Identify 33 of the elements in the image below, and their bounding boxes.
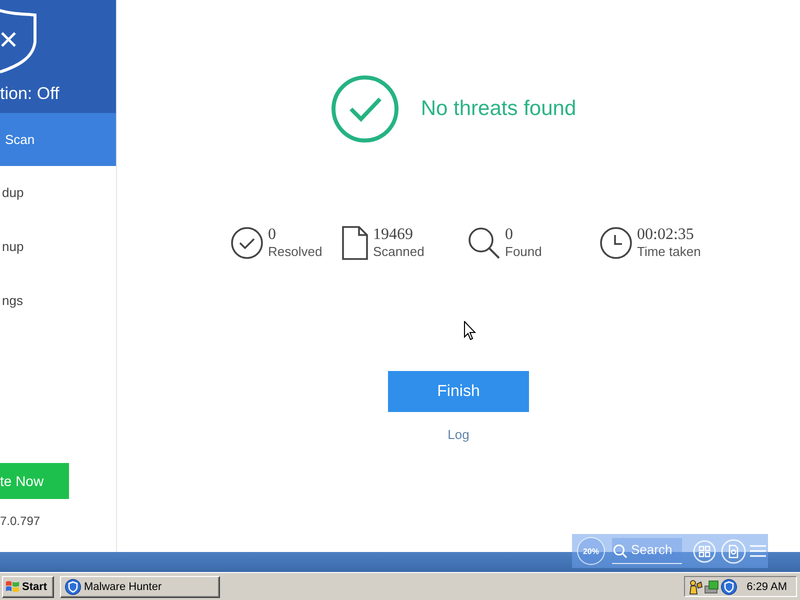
menu-icon[interactable] [750, 545, 766, 557]
cursor-icon [464, 321, 476, 340]
search-icon [468, 227, 500, 259]
sidebar-item[interactable]: Scan [0, 113, 116, 166]
sidebar-item[interactable]: dup [0, 166, 116, 220]
stat-value: 19469 [373, 226, 413, 242]
version-text: 7.0.797 [0, 513, 40, 530]
start-button[interactable]: Start [2, 576, 54, 598]
shield-circle-icon[interactable] [720, 578, 737, 594]
log-link[interactable]: Log [448, 426, 470, 444]
figure-icon[interactable] [686, 578, 703, 594]
document-icon [342, 226, 368, 260]
shield-circle-icon [65, 578, 81, 594]
result-title: No threats found [420, 97, 576, 121]
stat-value: 00:02:35 [637, 226, 694, 242]
tile-icon[interactable] [704, 578, 720, 594]
sidebar-item[interactable]: nup [0, 220, 116, 274]
check-circle-icon [231, 227, 263, 259]
clock-icon [600, 227, 632, 259]
stat-label: Resolved [268, 242, 322, 260]
sidebar-item[interactable]: ngs [0, 274, 116, 328]
stat-value: 0 [505, 226, 513, 242]
grid-icon[interactable] [693, 540, 716, 562]
stat-label: Time taken [637, 242, 701, 260]
stat-label: Scanned [373, 242, 424, 260]
stat-value: 0 [268, 226, 276, 242]
clock-text[interactable]: 6:29 AM [746, 580, 787, 592]
taskbar-window-button[interactable]: Malware Hunter [60, 576, 220, 598]
stat-label: Found [505, 242, 542, 260]
status-text: tion: Off [0, 84, 60, 104]
document-circle-icon[interactable] [721, 538, 746, 564]
flag-icon [5, 579, 20, 594]
check-circle-icon [330, 75, 399, 143]
